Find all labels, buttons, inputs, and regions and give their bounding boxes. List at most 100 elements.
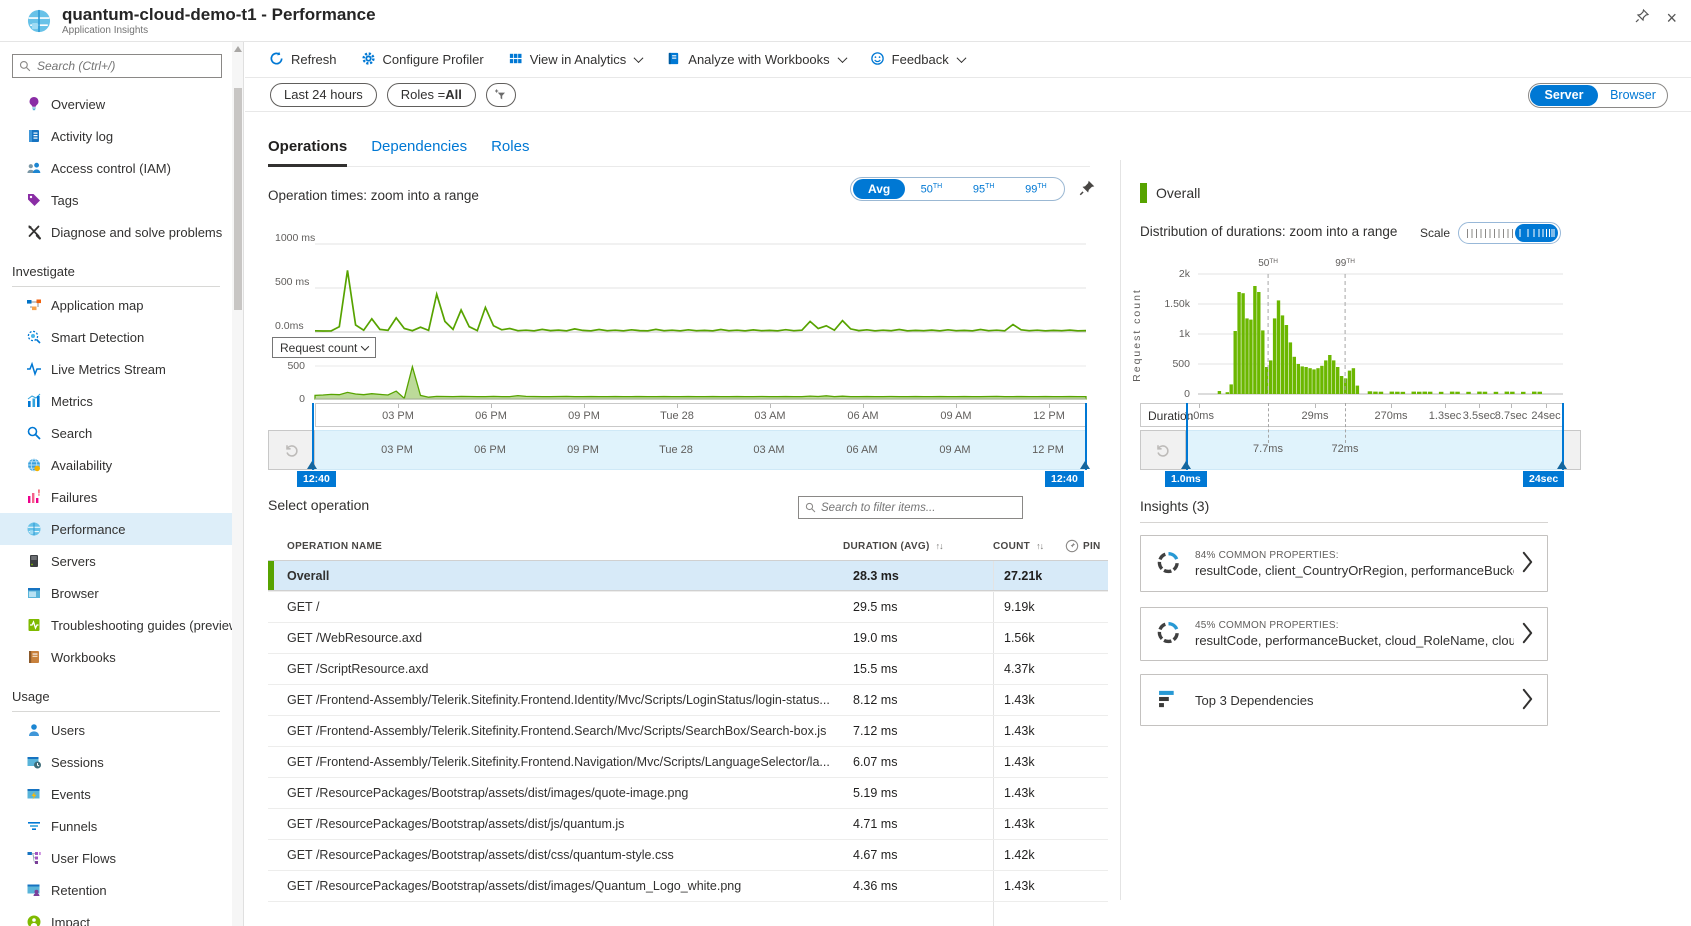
scale-toggle-group: Scale — [1420, 222, 1561, 244]
sidebar-item-troubleshooting-guides-preview[interactable]: Troubleshooting guides (preview) — [0, 609, 232, 641]
insight-card-top-3-dependencies[interactable]: Top 3 Dependencies — [1140, 674, 1548, 726]
table-row[interactable]: GET /29.5 ms9.19k — [268, 591, 1108, 622]
tab-operations[interactable]: Operations — [268, 138, 347, 167]
duration-slider-reset-button[interactable] — [1140, 430, 1186, 470]
duration-slider-right-handle[interactable] — [1562, 403, 1564, 470]
sidebar-item-availability[interactable]: Availability — [0, 449, 232, 481]
pin-chart-icon[interactable] — [1078, 179, 1096, 200]
sidebar-item-retention[interactable]: Retention — [0, 874, 232, 906]
tag-icon — [26, 192, 42, 208]
view-in-analytics-button[interactable]: View in Analytics — [508, 51, 643, 69]
column-count[interactable]: COUNT↑↓ — [993, 541, 1065, 552]
sidebar-item-metrics[interactable]: Metrics — [0, 385, 232, 417]
percentile-option-avg[interactable]: Avg — [853, 179, 905, 199]
table-row[interactable]: GET /Frontend-Assembly/Telerik.Sitefinit… — [268, 715, 1108, 746]
sidebar-item-performance[interactable]: Performance — [0, 513, 232, 545]
sidebar-item-servers[interactable]: Servers — [0, 545, 232, 577]
table-row[interactable]: GET /WebResource.axd19.0 ms1.56k — [268, 622, 1108, 653]
sidebar-scrollbar[interactable] — [232, 42, 244, 926]
sidebar-item-user-flows[interactable]: User Flows — [0, 842, 232, 874]
left-handle-marker-icon[interactable] — [307, 461, 317, 469]
time-slider-left-handle[interactable] — [312, 403, 314, 470]
configure-profiler-button[interactable]: Configure Profiler — [361, 51, 484, 69]
filter-items-input[interactable] — [821, 502, 1022, 514]
sidebar-item-search[interactable]: Search — [0, 417, 232, 449]
count-cell: 1.43k — [993, 809, 1065, 839]
sidebar-item-access-control-iam[interactable]: Access control (IAM) — [0, 152, 232, 184]
table-row[interactable]: Overall28.3 ms27.21k — [268, 560, 1108, 591]
right-handle-marker-icon[interactable] — [1557, 461, 1567, 469]
scrollbar-thumb[interactable] — [234, 88, 242, 310]
sidebar-item-activity-log[interactable]: Activity log — [0, 120, 232, 152]
operation-times-chart[interactable]: 1000 ms500 ms0.0ms — [253, 230, 1090, 336]
count-cell: 1.43k — [993, 747, 1065, 777]
sidebar-item-workbooks[interactable]: Workbooks — [0, 641, 232, 673]
analyze-with-workbooks-button[interactable]: Analyze with Workbooks — [666, 51, 845, 69]
sidebar-item-sessions[interactable]: Sessions — [0, 746, 232, 778]
select-operation-title: Select operation — [268, 497, 369, 513]
sidebar-item-impact[interactable]: Impact — [0, 906, 232, 926]
tab-roles[interactable]: Roles — [491, 138, 529, 167]
table-row[interactable]: GET /Frontend-Assembly/Telerik.Sitefinit… — [268, 684, 1108, 715]
duration-cell: 29.5 ms — [843, 592, 993, 622]
add-filter-button[interactable] — [486, 83, 516, 107]
sidebar-item-tags[interactable]: Tags — [0, 184, 232, 216]
table-row[interactable]: GET /ResourcePackages/Bootstrap/assets/d… — [268, 839, 1108, 870]
percentile-option-99th[interactable]: 99TH — [1010, 183, 1062, 196]
table-row[interactable]: GET /ScriptResource.axd15.5 ms4.37k — [268, 653, 1108, 684]
toggle-option-browser[interactable]: Browser — [1599, 85, 1667, 106]
duration-slider-left-handle[interactable] — [1186, 403, 1188, 470]
table-row[interactable]: GET /ResourcePackages/Bootstrap/assets/d… — [268, 808, 1108, 839]
feedback-button[interactable]: Feedback — [870, 51, 965, 69]
duration-slider-track[interactable] — [1186, 430, 1563, 470]
column-pin[interactable]: PIN — [1065, 539, 1108, 553]
circle-pin-icon[interactable] — [1065, 539, 1079, 553]
duration-histogram-chart[interactable]: 2k1.50k1k5000Request count50TH99TH — [1130, 255, 1563, 405]
scrollbar-up-arrow-icon[interactable] — [234, 46, 242, 52]
sidebar-item-funnels[interactable]: Funnels — [0, 810, 232, 842]
table-row-partial[interactable] — [268, 901, 1108, 926]
sidebar-search-input[interactable] — [12, 54, 222, 78]
sidebar-item-events[interactable]: Events — [0, 778, 232, 810]
percentile-option-95th[interactable]: 95TH — [958, 183, 1010, 196]
log-scale-icon[interactable] — [1515, 224, 1558, 242]
time-slider-track[interactable]: 03 PM06 PM09 PMTue 2803 AM06 AM09 AM12 P… — [315, 430, 1086, 470]
time-slider-right-handle[interactable] — [1085, 403, 1087, 470]
sidebar-item-label: User Flows — [51, 851, 116, 866]
table-row[interactable]: GET /ResourcePackages/Bootstrap/assets/d… — [268, 870, 1108, 901]
sidebar-item-overview[interactable]: Overview — [0, 88, 232, 120]
column-operation-name[interactable]: OPERATION NAME — [268, 541, 843, 552]
sidebar-item-label: Events — [51, 787, 91, 802]
time-range-slider[interactable]: 03 PM06 PM09 PMTue 2803 AM06 AM09 AM12 P… — [268, 430, 1086, 470]
toggle-option-server[interactable]: Server — [1530, 85, 1598, 106]
table-row[interactable]: GET /ResourcePackages/Bootstrap/assets/d… — [268, 777, 1108, 808]
sidebar-item-live-metrics-stream[interactable]: Live Metrics Stream — [0, 353, 232, 385]
refresh-button[interactable]: Refresh — [269, 51, 337, 69]
table-row[interactable]: GET /Frontend-Assembly/Telerik.Sitefinit… — [268, 746, 1108, 777]
sidebar-item-failures[interactable]: !Failures — [0, 481, 232, 513]
sidebar-item-browser[interactable]: Browser — [0, 577, 232, 609]
sort-icon[interactable]: ↑↓ — [936, 541, 943, 551]
right-handle-marker-icon[interactable] — [1080, 461, 1090, 469]
percentile-option-50th[interactable]: 50TH — [905, 183, 957, 196]
column-duration-avg[interactable]: DURATION (AVG)↑↓ — [843, 541, 993, 552]
duration-range-slider[interactable]: 7.7ms 72ms — [1140, 430, 1581, 470]
sidebar-item-users[interactable]: Users — [0, 714, 232, 746]
sidebar-item-diagnose-and-solve-problems[interactable]: Diagnose and solve problems — [0, 216, 232, 248]
left-handle-marker-icon[interactable] — [1181, 461, 1191, 469]
sort-icon[interactable]: ↑↓ — [1036, 541, 1043, 551]
scale-toggle[interactable] — [1458, 222, 1561, 244]
roles-filter-pill[interactable]: Roles = All — [387, 83, 476, 107]
pin-blade-icon[interactable] — [1634, 8, 1650, 27]
sidebar-item-smart-detection[interactable]: Smart Detection — [0, 321, 232, 353]
svg-text:0: 0 — [1184, 388, 1190, 400]
insight-card-84-common-properties[interactable]: 84% COMMON PROPERTIES:resultCode, client… — [1140, 535, 1548, 592]
close-icon[interactable]: × — [1666, 9, 1677, 27]
tab-dependencies[interactable]: Dependencies — [371, 138, 467, 167]
linear-scale-icon[interactable] — [1467, 229, 1513, 238]
sidebar-item-application-map[interactable]: Application map — [0, 289, 232, 321]
time-range-pill[interactable]: Last 24 hours — [270, 83, 377, 107]
sidebar-item-label: Activity log — [51, 129, 113, 144]
insight-card-45-common-properties[interactable]: 45% COMMON PROPERTIES:resultCode, perfor… — [1140, 607, 1548, 661]
request-count-chart[interactable]: 5000 — [253, 355, 1090, 405]
